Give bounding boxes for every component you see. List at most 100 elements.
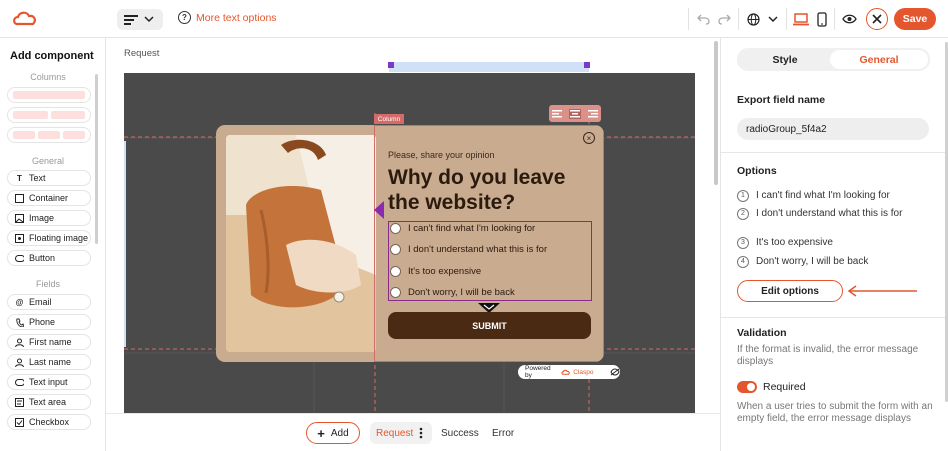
editor-canvas[interactable]: Column × Please, share your opinion Why … (124, 73, 695, 413)
radio-circle (390, 266, 401, 277)
redo-icon[interactable] (715, 10, 733, 28)
save-button[interactable]: Save (894, 8, 936, 30)
floating-image-icon (15, 233, 24, 243)
left-panel-scrollbar[interactable] (95, 74, 98, 244)
desktop-icon[interactable] (792, 10, 810, 28)
option-item: 3 It's too expensive (737, 237, 927, 249)
field-text-input[interactable]: Text input (7, 374, 91, 390)
column-align-toolbar (549, 105, 601, 122)
radio-option[interactable]: It's too expensive (390, 266, 481, 277)
section-title-general: General (31, 156, 65, 166)
checkbox-icon (15, 417, 24, 427)
component-container[interactable]: Container (7, 190, 91, 206)
component-image[interactable]: Image (7, 210, 91, 226)
handle-dot[interactable] (584, 62, 590, 68)
popup-close-icon[interactable]: × (583, 132, 595, 144)
chevron-down-icon[interactable] (764, 10, 782, 28)
section-title-fields: Fields (35, 279, 60, 289)
left-resize-handle[interactable] (124, 141, 126, 347)
text-align-dropdown[interactable] (117, 9, 163, 30)
input-icon (15, 378, 24, 387)
arrow-left-icon (847, 285, 917, 297)
align-center-icon[interactable] (568, 108, 581, 119)
add-step-button[interactable]: + Add (306, 422, 360, 444)
validation-label: Validation (737, 327, 787, 339)
user-icon (15, 358, 24, 367)
required-toggle[interactable] (737, 381, 757, 393)
popup-subtitle[interactable]: Please, share your opinion (388, 150, 495, 160)
component-text[interactable]: T Text (7, 170, 91, 186)
user-icon (15, 338, 24, 347)
radio-option[interactable]: Don't worry, I will be back (390, 287, 515, 298)
plus-icon: + (317, 425, 325, 441)
undo-icon[interactable] (694, 10, 712, 28)
field-text-area[interactable]: Text area (7, 394, 91, 410)
editor-canvas-area: Request Column × Please, share your opin… (106, 38, 720, 413)
top-toolbar: ? More text options Save (0, 0, 948, 38)
logo-icon[interactable] (12, 9, 38, 29)
column-layout-2[interactable] (7, 107, 91, 123)
popup-image[interactable] (226, 135, 376, 352)
claspo-logo-icon (561, 369, 570, 375)
mobile-icon[interactable] (813, 10, 831, 28)
canvas-breadcrumb: Request (124, 48, 160, 59)
container-icon (15, 193, 24, 203)
column-layout-1[interactable] (7, 87, 91, 103)
field-checkbox[interactable]: Checkbox (7, 414, 91, 430)
powered-by-badge[interactable]: Powered by Claspo (518, 365, 620, 379)
phone-icon (15, 318, 24, 327)
field-phone[interactable]: Phone (7, 314, 91, 330)
resize-arrow-icon[interactable] (374, 201, 384, 219)
top-resize-bar[interactable] (389, 62, 589, 72)
toolbar-divider (688, 8, 689, 30)
align-left-icon (124, 14, 138, 25)
properties-panel: Style General Export field name radioGro… (720, 38, 948, 451)
component-floating-image[interactable]: Floating image (7, 230, 91, 246)
tab-request[interactable]: Request (370, 422, 432, 444)
section-divider (721, 152, 948, 153)
tab-style[interactable]: Style (737, 48, 833, 71)
toolbar-divider (834, 8, 835, 30)
toolbar-divider (738, 8, 739, 30)
submit-button[interactable]: SUBMIT (388, 312, 591, 339)
popup-title[interactable]: Why do you leave the website? (388, 165, 588, 215)
radio-option[interactable]: I don't understand what this is for (390, 244, 547, 255)
chevron-down-icon (144, 16, 154, 23)
tab-success[interactable]: Success (441, 428, 479, 439)
radio-option[interactable]: I can't find what I'm looking for (390, 223, 535, 234)
popup-widget[interactable]: × Please, share your opinion Why do you … (216, 125, 604, 362)
option-item: 2I don't understand what this is for (737, 208, 927, 220)
radio-circle (390, 244, 401, 255)
more-vertical-icon[interactable] (419, 427, 423, 439)
globe-icon[interactable] (744, 10, 762, 28)
canvas-scrollbar[interactable] (714, 41, 718, 185)
field-email[interactable]: @ Email (7, 294, 91, 310)
eye-icon[interactable] (840, 10, 858, 28)
export-field-input[interactable]: radioGroup_5f4a2 (737, 118, 929, 140)
option-item: 4 Don't worry, I will be back (737, 256, 927, 268)
align-right-icon[interactable] (587, 109, 598, 118)
field-first-name[interactable]: First name (7, 334, 91, 350)
radio-circle (390, 287, 401, 298)
required-label: Required (763, 381, 806, 393)
button-icon (15, 254, 24, 263)
handle-dot[interactable] (388, 62, 394, 68)
column-layout-3[interactable] (7, 127, 91, 143)
more-text-options-label: More text options (196, 11, 277, 24)
step-bar: + Add Request Success Error (106, 413, 720, 451)
help-icon: ? (178, 11, 191, 24)
tab-general[interactable]: General (830, 50, 928, 69)
textarea-icon (15, 397, 24, 407)
toolbar-divider (786, 8, 787, 30)
validation-description: If the format is invalid, the error mess… (737, 344, 919, 367)
field-last-name[interactable]: Last name (7, 354, 91, 370)
required-description: When a user tries to submit the form wit… (737, 401, 933, 424)
radio-circle (390, 223, 401, 234)
close-editor-button[interactable] (866, 8, 888, 30)
more-text-options-link[interactable]: ? More text options (178, 11, 277, 24)
component-button[interactable]: Button (7, 250, 91, 266)
tab-error[interactable]: Error (492, 428, 514, 439)
eye-off-icon[interactable] (610, 368, 620, 376)
align-left-icon[interactable] (552, 109, 563, 118)
edit-options-button[interactable]: Edit options (737, 280, 843, 302)
